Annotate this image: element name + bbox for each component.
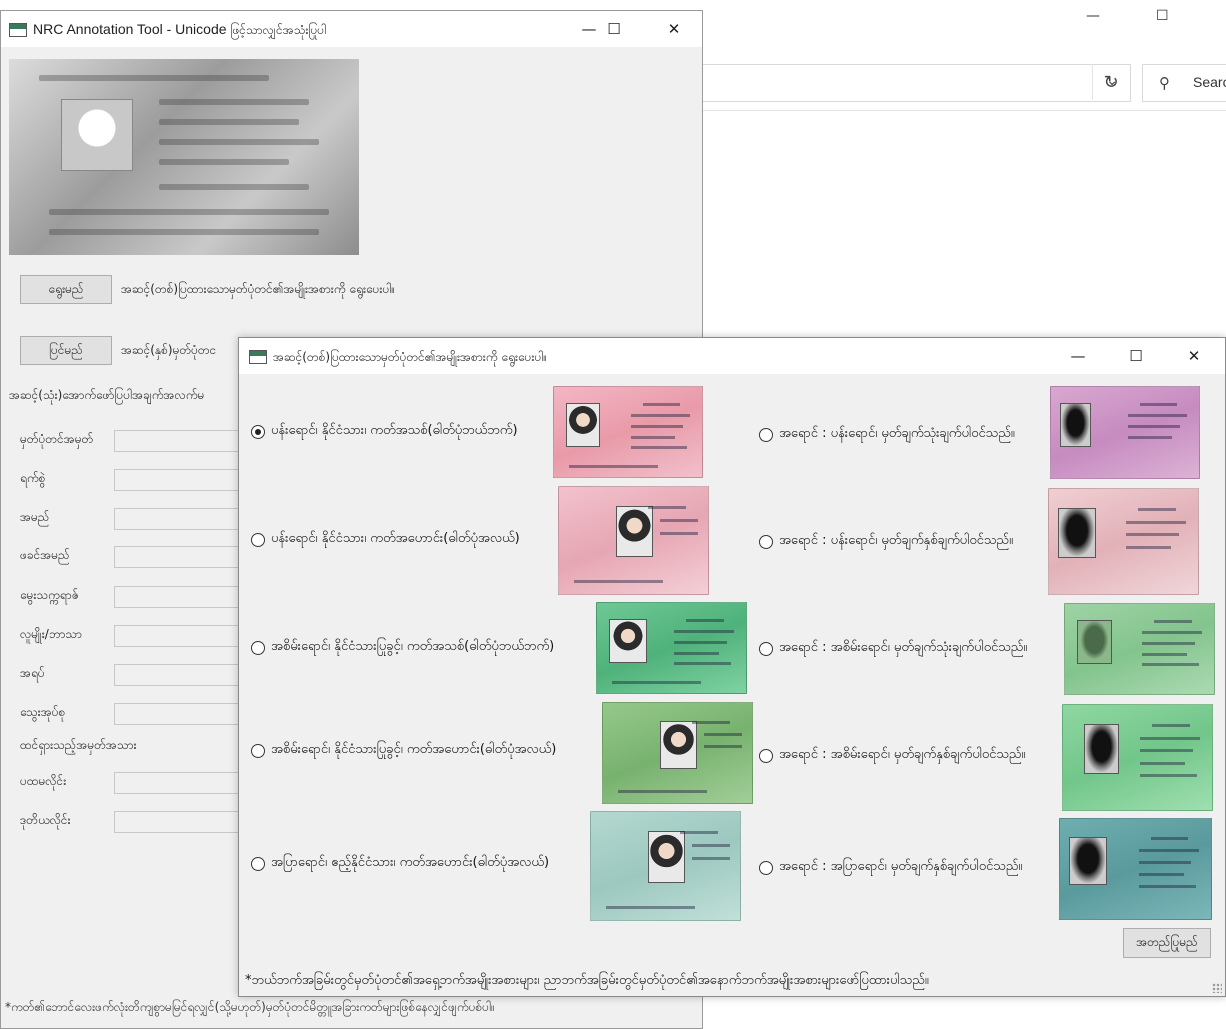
card-sample-front-pink-old bbox=[558, 486, 709, 595]
field-label-line1: ပထမလိုင်း bbox=[20, 774, 67, 788]
main-footnote: *ကတ်၏ဘောင်လေးဖက်လုံးတိကျစွာမမြင်ရလျှင်(သ… bbox=[5, 1000, 495, 1014]
radio-button[interactable] bbox=[759, 427, 773, 442]
father-name-input[interactable] bbox=[114, 546, 244, 568]
radio-button[interactable] bbox=[251, 424, 265, 439]
dialog-title: အဆင့်(တစ်)ပြထားသောမှတ်ပုံတင်၏အမျိုးအစားက… bbox=[273, 350, 547, 364]
nrc-number-input[interactable] bbox=[114, 430, 244, 452]
radio-button[interactable] bbox=[251, 532, 265, 547]
line2-input[interactable] bbox=[114, 811, 244, 833]
nrc-card-image bbox=[9, 59, 359, 255]
radio-button[interactable] bbox=[759, 860, 773, 875]
select-hint: အဆင့်(တစ်)ပြထားသောမှတ်ပုံတင်၏အမျိုးအစားက… bbox=[121, 282, 395, 296]
close-icon[interactable]: ✕ bbox=[651, 11, 697, 47]
dialog-note: *ဘယ်ဘက်အခြမ်းတွင်မှတ်ပုံတင်၏အရှေ့ဘက်အမျိ… bbox=[245, 973, 929, 988]
field-label-nrc-number: မှတ်ပုံတင်အမှတ် bbox=[20, 432, 94, 446]
field-label-race-religion: လူမျိုး/ဘာသာ bbox=[20, 627, 82, 641]
dialog-titlebar: အဆင့်(တစ်)ပြထားသောမှတ်ပုံတင်၏အမျိုးအစားက… bbox=[239, 338, 1225, 374]
option-label: အရောင် : အစိမ်းရောင်၊ မှတ်ချက်နှစ်ချက်ပါ… bbox=[779, 747, 1026, 762]
minimize-icon[interactable]: — bbox=[1055, 338, 1101, 374]
card-sample-back-blue-two bbox=[1059, 818, 1212, 920]
close-icon[interactable]: ✕ bbox=[1171, 338, 1217, 374]
card-sample-front-green-old bbox=[602, 702, 753, 804]
card-type-dialog: အဆင့်(တစ်)ပြထားသောမှတ်ပုံတင်၏အမျိုးအစားက… bbox=[238, 337, 1226, 997]
card-sample-back-pink-two bbox=[1048, 488, 1199, 595]
card-sample-back-pink-three bbox=[1050, 386, 1200, 479]
date-input[interactable] bbox=[114, 469, 244, 491]
card-sample-front-pink-new bbox=[553, 386, 703, 478]
main-window-title: NRC Annotation Tool - Unicode ဖြင့်သာလျှ… bbox=[33, 21, 327, 37]
radio-button[interactable] bbox=[759, 534, 773, 549]
blood-type-input[interactable] bbox=[114, 703, 244, 725]
main-titlebar: NRC Annotation Tool - Unicode ဖြင့်သာလျှ… bbox=[1, 11, 702, 47]
card-photo bbox=[61, 99, 133, 171]
app-icon bbox=[9, 23, 27, 37]
field-label-blood-type: သွေးအုပ်စု bbox=[20, 705, 66, 719]
option-label: အရောင် : အပြာရောင်၊ မှတ်ချက်နှစ်ချက်ပါဝင… bbox=[779, 859, 1023, 874]
radio-button[interactable] bbox=[251, 743, 265, 758]
minimize-icon[interactable]: — bbox=[1086, 8, 1100, 24]
maximize-icon[interactable]: ☐ bbox=[591, 11, 637, 47]
confirm-button[interactable]: အတည်ပြုမည် bbox=[1123, 928, 1211, 958]
option-front-green-old[interactable]: အစိမ်းရောင်၊ နိုင်ငံသားပြုခွင့်၊ ကတ်အဟော… bbox=[251, 741, 556, 760]
option-front-green-new[interactable]: အစိမ်းရောင်၊ နိုင်ငံသားပြုခွင့်၊ ကတ်အသစ်… bbox=[251, 638, 554, 657]
card-sample-front-blue-old bbox=[590, 811, 741, 921]
search-icon: ⚲ bbox=[1159, 74, 1170, 92]
radio-button[interactable] bbox=[251, 640, 265, 655]
option-label: ပန်းရောင်၊ နိုင်ငံသား၊ ကတ်အသစ်(ဓါတ်ပုံဘယ… bbox=[271, 423, 518, 438]
radio-button[interactable] bbox=[759, 748, 773, 763]
maximize-icon[interactable]: ☐ bbox=[1156, 8, 1169, 24]
background-window-controls: — ☐ bbox=[1086, 8, 1226, 28]
refresh-icon[interactable]: ↻ bbox=[1092, 64, 1129, 100]
fix-hint: အဆင့်(နှစ်)မှတ်ပုံတင bbox=[121, 343, 217, 357]
option-label: အရောင် : ပန်းရောင်၊ မှတ်ချက်သုံးချက်ပါဝင… bbox=[779, 426, 1015, 441]
address-bar[interactable]: ⌄ bbox=[700, 64, 1131, 102]
radio-button[interactable] bbox=[759, 641, 773, 656]
field-label-father-name: ဖခင်အမည် bbox=[20, 548, 70, 562]
line1-input[interactable] bbox=[114, 772, 244, 794]
select-button[interactable]: ရွေးမည် bbox=[20, 275, 112, 304]
field-label-birth-date: မွေးသက္ကရာဇ် bbox=[20, 588, 79, 602]
maximize-icon[interactable]: ☐ bbox=[1113, 338, 1159, 374]
field-label-name: အမည် bbox=[20, 510, 50, 524]
height-input[interactable] bbox=[114, 664, 244, 686]
option-front-pink-new[interactable]: ပန်းရောင်၊ နိုင်ငံသား၊ ကတ်အသစ်(ဓါတ်ပုံဘယ… bbox=[251, 422, 518, 441]
field-label-date: ရက်စွဲ bbox=[20, 471, 46, 485]
search-box[interactable]: ⚲ Search bbox=[1142, 64, 1226, 102]
field-label-height: အရပ် bbox=[20, 666, 45, 680]
field-label-distinguishing-mark: ထင်ရှားသည့်အမှတ်အသား bbox=[20, 738, 137, 752]
option-back-pink-two[interactable]: အရောင် : ပန်းရောင်၊ မှတ်ချက်နှစ်ချက်ပါဝင… bbox=[759, 532, 1013, 551]
option-label: ပန်းရောင်၊ နိုင်ငံသား၊ ကတ်အဟောင်း(ဓါတ်ပု… bbox=[271, 531, 520, 546]
birth-date-input[interactable] bbox=[114, 586, 244, 608]
option-front-blue-old[interactable]: အပြာရောင်၊ ဧည့်နိုင်ငံသား၊ ကတ်အဟောင်း(ဓါ… bbox=[251, 854, 549, 873]
option-label: အစိမ်းရောင်၊ နိုင်ငံသားပြုခွင့်၊ ကတ်အဟော… bbox=[271, 742, 557, 757]
fix-button[interactable]: ပြင်မည် bbox=[20, 336, 112, 365]
search-placeholder: Search bbox=[1193, 74, 1226, 90]
radio-button[interactable] bbox=[251, 856, 265, 871]
option-label: အပြာရောင်၊ ဧည့်နိုင်ငံသား၊ ကတ်အဟောင်း(ဓါ… bbox=[271, 855, 550, 870]
option-label: အရောင် : ပန်းရောင်၊ မှတ်ချက်နှစ်ချက်ပါဝင… bbox=[779, 533, 1013, 548]
card-sample-back-green-three bbox=[1064, 603, 1215, 695]
option-back-blue-two[interactable]: အရောင် : အပြာရောင်၊ မှတ်ချက်နှစ်ချက်ပါဝင… bbox=[759, 858, 1022, 877]
divider bbox=[700, 110, 1226, 111]
step3-hint: အဆင့်(သုံး)အောက်ဖော်ပြပါအချက်အလက်မ bbox=[9, 388, 205, 402]
name-input[interactable] bbox=[114, 508, 244, 530]
option-label: အရောင် : အစိမ်းရောင်၊ မှတ်ချက်သုံးချက်ပါ… bbox=[779, 640, 1028, 655]
card-sample-front-green-new bbox=[596, 602, 747, 694]
option-back-pink-three[interactable]: အရောင် : ပန်းရောင်၊ မှတ်ချက်သုံးချက်ပါဝင… bbox=[759, 425, 1015, 444]
option-back-green-two[interactable]: အရောင် : အစိမ်းရောင်၊ မှတ်ချက်နှစ်ချက်ပါ… bbox=[759, 746, 1025, 765]
app-icon bbox=[249, 350, 267, 364]
resize-grip[interactable] bbox=[1212, 983, 1222, 993]
option-label: အစိမ်းရောင်၊ နိုင်ငံသားပြုခွင့်၊ ကတ်အသစ်… bbox=[271, 639, 555, 654]
card-sample-back-green-two bbox=[1062, 704, 1213, 811]
race-religion-input[interactable] bbox=[114, 625, 244, 647]
option-front-pink-old[interactable]: ပန်းရောင်၊ နိုင်ငံသား၊ ကတ်အဟောင်း(ဓါတ်ပု… bbox=[251, 530, 520, 549]
field-label-line2: ဒုတိယလိုင်း bbox=[20, 813, 71, 827]
option-back-green-three[interactable]: အရောင် : အစိမ်းရောင်၊ မှတ်ချက်သုံးချက်ပါ… bbox=[759, 639, 1027, 658]
